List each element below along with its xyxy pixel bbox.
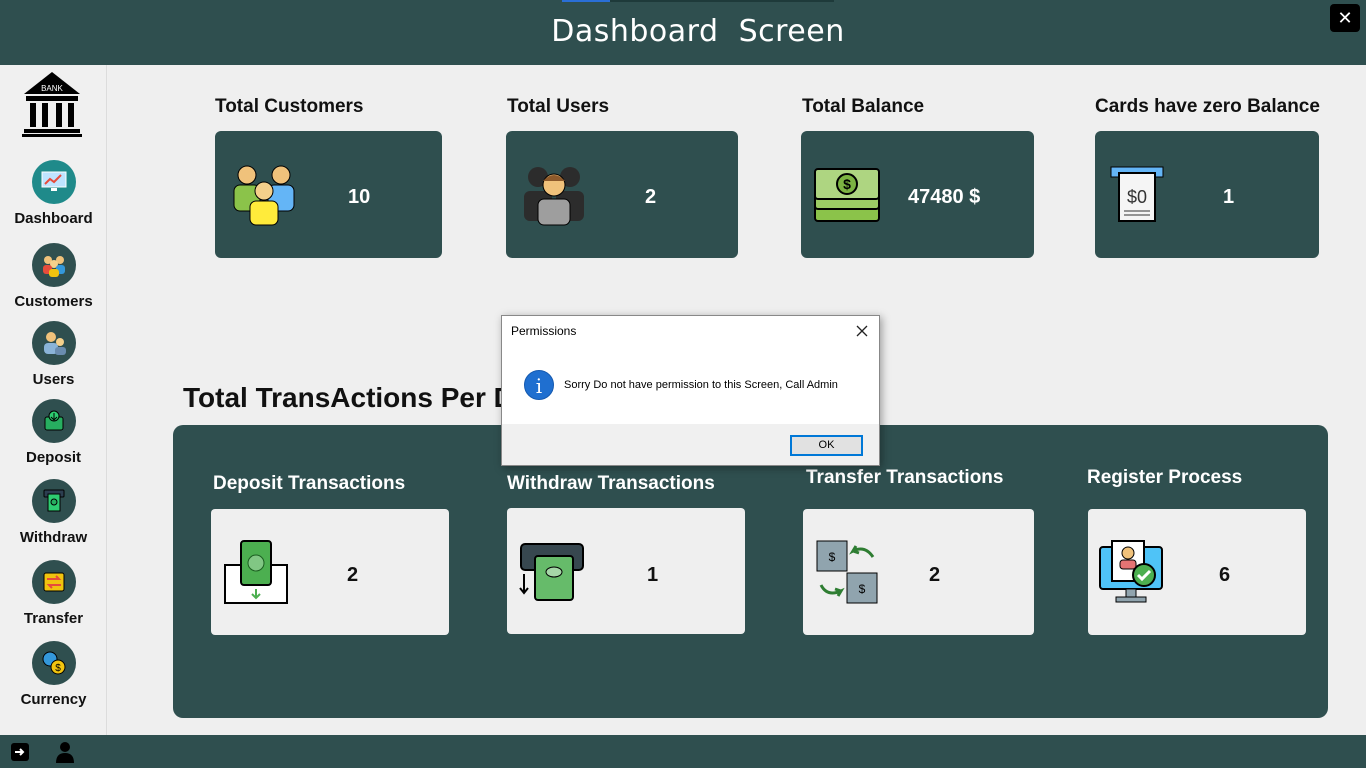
tx-card-transfer: $ $ 2: [803, 509, 1034, 635]
tx-value-withdraw: 1: [647, 564, 659, 586]
tx-label-register: Register Process: [1087, 467, 1243, 488]
deposit-icon: [31, 399, 76, 443]
title-accent-dark: [610, 0, 834, 2]
tx-label-transfer: Transfer Transactions: [806, 467, 1004, 488]
tx-value-deposit: 2: [347, 564, 359, 586]
customers-group-icon: [233, 165, 295, 226]
nav-currency[interactable]: $ Currency: [0, 641, 107, 708]
nav-deposit[interactable]: Deposit: [0, 399, 107, 466]
transactions-panel: Deposit Transactions 2 Withdraw Transact…: [173, 425, 1328, 718]
tx-card-withdraw: 1: [507, 508, 745, 634]
zero-balance-receipt-icon: $0: [1110, 166, 1164, 222]
bank-logo-text: BANK: [41, 84, 63, 93]
users-group-icon: [524, 167, 584, 226]
dialog-close-icon[interactable]: [855, 324, 869, 338]
tx-label-deposit: Deposit Transactions: [213, 473, 406, 494]
sidebar: BANK Dashboard Customers Users Deposit W…: [0, 65, 107, 735]
stat-value-total-customers: 10: [348, 186, 371, 208]
dialog-message: Sorry Do not have permission to this Scr…: [564, 379, 838, 391]
nav-dashboard-label: Dashboard: [14, 210, 93, 227]
stat-label-total-balance: Total Balance: [802, 96, 925, 117]
nav-users-label: Users: [32, 371, 75, 388]
svg-text:$: $: [829, 550, 836, 564]
stat-card-total-users: 2: [506, 131, 738, 258]
transfer-icon: [31, 560, 76, 604]
stat-value-total-users: 2: [645, 186, 657, 208]
nav-transfer[interactable]: Transfer: [0, 560, 107, 627]
dashboard-icon: [31, 160, 76, 204]
stat-card-zero-balance-cards: $0 1: [1095, 131, 1319, 258]
logout-icon[interactable]: [10, 742, 30, 762]
title-bar: Dashboard Screen ✕: [0, 0, 1366, 65]
window-title: Dashboard Screen: [551, 14, 845, 49]
currency-icon: $: [31, 641, 76, 685]
transfer-cash-icon: $ $: [816, 540, 878, 604]
register-profile-icon: [1099, 540, 1163, 603]
stat-label-zero-balance-cards: Cards have zero Balance: [1095, 96, 1320, 117]
tx-value-register: 6: [1219, 564, 1231, 586]
footer-bar: [0, 735, 1366, 768]
tx-card-register: 6: [1088, 509, 1306, 635]
dialog-button-bar: OK: [502, 424, 879, 465]
svg-text:$: $: [843, 176, 851, 192]
customers-icon: [31, 243, 76, 287]
info-icon: i: [524, 370, 554, 400]
permissions-dialog: Permissions i Sorry Do not have permissi…: [501, 315, 880, 466]
stat-card-total-customers: 10: [215, 131, 442, 258]
stat-label-total-users: Total Users: [507, 96, 610, 117]
svg-text:$0: $0: [1127, 187, 1147, 207]
money-stack-icon: $: [814, 168, 880, 222]
nav-deposit-label: Deposit: [25, 449, 81, 466]
stat-label-total-customers: Total Customers: [215, 96, 364, 117]
title-accent: [562, 0, 610, 2]
withdraw-icon: [31, 479, 76, 523]
stat-card-total-balance: $ 47480 $: [801, 131, 1034, 258]
nav-withdraw-label: Withdraw: [19, 529, 88, 546]
dialog-title: Permissions: [511, 324, 577, 338]
svg-text:$: $: [55, 663, 61, 674]
deposit-cash-icon: [224, 540, 288, 604]
bank-logo-icon: BANK: [22, 72, 82, 137]
nav-currency-label: Currency: [20, 691, 87, 708]
nav-dashboard[interactable]: Dashboard: [0, 160, 107, 227]
nav-customers-label: Customers: [14, 293, 93, 310]
tx-label-withdraw: Withdraw Transactions: [507, 473, 715, 494]
ok-button[interactable]: OK: [790, 435, 863, 456]
svg-text:$: $: [859, 582, 866, 596]
stat-value-zero-balance-cards: 1: [1223, 186, 1235, 208]
withdraw-cash-icon: [519, 543, 584, 601]
nav-users[interactable]: Users: [0, 321, 107, 388]
close-window-button[interactable]: ✕: [1330, 4, 1360, 32]
transactions-section-title: Total TransActions Per Day: [183, 382, 546, 413]
nav-customers[interactable]: Customers: [0, 243, 107, 310]
tx-card-deposit: 2: [211, 509, 449, 635]
users-icon: [31, 321, 76, 365]
user-profile-icon[interactable]: [56, 741, 74, 763]
stat-value-total-balance: 47480 $: [908, 186, 981, 208]
nav-transfer-label: Transfer: [23, 610, 84, 627]
tx-value-transfer: 2: [929, 564, 941, 586]
nav-withdraw[interactable]: Withdraw: [0, 479, 107, 546]
